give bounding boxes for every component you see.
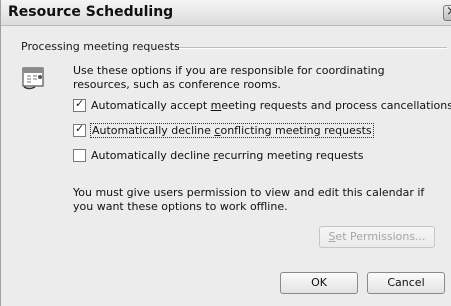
calendar-icon (22, 67, 44, 90)
decline-recurring-checkbox[interactable] (73, 148, 86, 162)
decline-conflicting-label[interactable]: Automatically decline conflicting meetin… (90, 122, 374, 138)
description-text: Use these options if you are responsible… (73, 64, 385, 91)
close-button[interactable]: × (443, 4, 451, 21)
ok-button[interactable]: OK (280, 272, 358, 294)
accept-checkbox[interactable]: ✓ (73, 96, 86, 112)
option-decline-conflicting[interactable]: ✓ Automatically decline conflicting meet… (73, 121, 374, 138)
group-label: Processing meeting requests (21, 40, 180, 53)
close-icon: × (446, 4, 451, 19)
set-permissions-button[interactable]: Set Permissions... (319, 226, 435, 248)
check-icon: ✓ (75, 121, 85, 135)
decline-conflicting-checkbox[interactable]: ✓ (73, 121, 86, 137)
title-bar[interactable]: Resource Scheduling × (1, 0, 451, 26)
check-icon: ✓ (75, 96, 85, 110)
group-divider (179, 47, 447, 49)
decline-recurring-label[interactable]: Automatically decline recurring meeting … (91, 149, 363, 162)
dialog-title: Resource Scheduling (8, 4, 174, 20)
resource-scheduling-dialog: Resource Scheduling × Processing meeting… (0, 0, 451, 306)
accept-label[interactable]: Automatically accept meeting requests an… (91, 99, 451, 112)
option-accept-meeting-requests[interactable]: ✓ Automatically accept meeting requests … (73, 97, 451, 113)
option-decline-recurring[interactable]: Automatically decline recurring meeting … (73, 147, 363, 163)
cancel-button[interactable]: Cancel (367, 272, 445, 294)
permission-note: You must give users permission to view a… (73, 186, 425, 213)
